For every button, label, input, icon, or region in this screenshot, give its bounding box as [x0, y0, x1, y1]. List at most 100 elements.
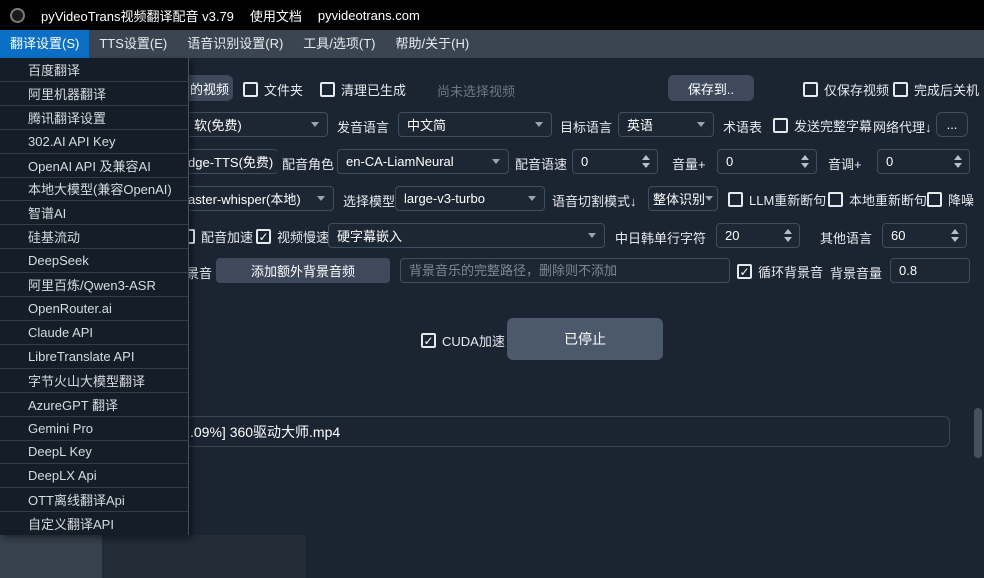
menu-item-6[interactable]: 智谱AI [0, 200, 188, 224]
menu-item-16[interactable]: DeepL Key [0, 440, 188, 464]
pitch-spinner[interactable]: 0 [877, 149, 970, 174]
save-video-only-checkbox[interactable]: 仅保存视频 [803, 80, 889, 99]
menu-item-0[interactable]: 百度翻译 [0, 58, 188, 81]
menu-item-10[interactable]: OpenRouter.ai [0, 296, 188, 320]
checkbox-box[interactable] [893, 82, 908, 97]
other-language-label: 其他语言 [820, 228, 872, 247]
bgm-volume-input[interactable] [890, 258, 970, 283]
menu-item-11[interactable]: Claude API [0, 320, 188, 344]
bgm-path-input[interactable] [400, 258, 730, 283]
shutdown-after-checkbox[interactable]: 完成后关机 [893, 80, 979, 99]
cjk-chars-label: 中日韩单行字符 [615, 228, 706, 247]
menu-speech-recognition-settings[interactable]: 语音识别设置(R) [177, 30, 293, 58]
checkbox-box[interactable] [243, 82, 258, 97]
spinner-arrows-icon[interactable] [951, 229, 959, 242]
spinner-arrows-icon[interactable] [801, 155, 809, 168]
checkbox-box[interactable] [803, 82, 818, 97]
target-language-select[interactable]: 英语 [618, 112, 714, 137]
cuda-checkbox[interactable]: ✓ CUDA加速 [421, 331, 505, 350]
stop-button[interactable]: 已停止 [507, 318, 663, 360]
menu-item-13[interactable]: 字节火山大模型翻译 [0, 368, 188, 392]
recognition-channel-select[interactable]: aster-whisper(本地) [186, 186, 334, 211]
menubar: 翻译设置(S)TTS设置(E)语音识别设置(R)工具/选项(T)帮助/关于(H) [0, 30, 984, 58]
glossary-link[interactable]: 术语表 [723, 117, 762, 136]
tts-channel-select[interactable]: dge-TTS(免费) [186, 149, 278, 174]
folder-checkbox[interactable]: 文件夹 [243, 80, 303, 99]
checkbox-box[interactable] [773, 118, 788, 133]
file-list-row[interactable]: .09%] 360驱动大师.mp4 [186, 416, 950, 447]
doc-link[interactable]: 使用文档 [250, 6, 302, 25]
translate-channel-select[interactable]: 软(免费) [186, 112, 328, 137]
menu-item-14[interactable]: AzureGPT 翻译 [0, 392, 188, 416]
menu-tools-options[interactable]: 工具/选项(T) [293, 30, 385, 58]
pitch-label: 音调+ [828, 154, 862, 173]
app-icon [10, 8, 25, 23]
loop-bgm-checkbox[interactable]: ✓ 循环背景音 [737, 262, 823, 281]
send-full-subtitle-checkbox[interactable]: 发送完整字幕 [773, 116, 872, 135]
split-mode-select[interactable]: 整体识别 [648, 186, 718, 211]
menu-item-8[interactable]: DeepSeek [0, 248, 188, 272]
translate-settings-menu: 百度翻译阿里机器翻译腾讯翻译设置302.AI API KeyOpenAI API… [0, 58, 189, 535]
app-window: pyVideoTrans视频翻译配音 v3.79 使用文档 pyvideotra… [0, 0, 984, 578]
site-link[interactable]: pyvideotrans.com [318, 8, 420, 23]
menu-help-about[interactable]: 帮助/关于(H) [386, 30, 480, 58]
checkbox-checked-box[interactable]: ✓ [421, 333, 436, 348]
menu-tts-settings[interactable]: TTS设置(E) [89, 30, 177, 58]
menu-shadow [0, 535, 102, 578]
menu-item-17[interactable]: DeepLX Api [0, 463, 188, 487]
menu-item-2[interactable]: 腾讯翻译设置 [0, 105, 188, 129]
spinner-arrows-icon[interactable] [642, 155, 650, 168]
local-resegment-checkbox[interactable]: 本地重新断句 [828, 190, 927, 209]
volume-label: 音量+ [672, 154, 706, 173]
menu-item-7[interactable]: 硅基流动 [0, 224, 188, 248]
voice-accelerate-checkbox[interactable]: 配音加速 [180, 227, 253, 246]
select-video-button[interactable]: 的视频 [186, 75, 233, 101]
voice-role-select[interactable]: en-CA-LiamNeural [337, 149, 509, 174]
menu-item-1[interactable]: 阿里机器翻译 [0, 81, 188, 105]
voice-rate-label: 配音语速 [515, 154, 567, 173]
checkbox-box[interactable] [927, 192, 942, 207]
checkbox-box[interactable] [320, 82, 335, 97]
target-language-label: 目标语言 [560, 117, 612, 136]
source-language-select[interactable]: 中文简 [398, 112, 552, 137]
chevron-down-icon [588, 233, 596, 238]
chevron-down-icon [528, 196, 536, 201]
denoise-checkbox[interactable]: 降噪 [927, 190, 974, 209]
network-proxy-label: 网络代理↓ [873, 117, 932, 136]
window-title: pyVideoTrans视频翻译配音 v3.79 [41, 6, 234, 25]
llm-resegment-checkbox[interactable]: LLM重新断句 [728, 190, 826, 209]
menu-item-5[interactable]: 本地大模型(兼容OpenAI) [0, 177, 188, 201]
bgm-path-field[interactable] [401, 263, 729, 278]
spinner-arrows-icon[interactable] [954, 155, 962, 168]
clean-generated-checkbox[interactable]: 清理已生成 [320, 80, 406, 99]
checkbox-box[interactable] [828, 192, 843, 207]
checkbox-box[interactable] [728, 192, 743, 207]
spinner-arrows-icon[interactable] [784, 229, 792, 242]
menu-item-18[interactable]: OTT离线翻译Api [0, 487, 188, 511]
vertical-scrollbar[interactable] [974, 408, 982, 458]
bgm-volume-label: 背景音量 [830, 263, 882, 282]
other-chars-spinner[interactable]: 60 [882, 223, 967, 248]
voice-rate-spinner[interactable]: 0 [572, 149, 658, 174]
volume-spinner[interactable]: 0 [717, 149, 817, 174]
proxy-more-button[interactable]: ... [936, 112, 968, 137]
checkbox-checked-box[interactable]: ✓ [256, 229, 271, 244]
menu-item-9[interactable]: 阿里百炼/Qwen3-ASR [0, 272, 188, 296]
menu-item-15[interactable]: Gemini Pro [0, 416, 188, 440]
subtitle-embed-select[interactable]: 硬字幕嵌入 [328, 223, 605, 248]
chevron-down-icon [697, 122, 705, 127]
voice-role-label[interactable]: 配音角色 [282, 154, 334, 173]
checkbox-checked-box[interactable]: ✓ [737, 264, 752, 279]
bgm-volume-field[interactable] [891, 263, 969, 278]
video-slow-checkbox[interactable]: ✓ 视频慢速 [256, 227, 329, 246]
menu-translate-settings[interactable]: 翻译设置(S) [0, 30, 89, 58]
model-select[interactable]: large-v3-turbo [395, 186, 545, 211]
save-to-button[interactable]: 保存到.. [668, 75, 754, 101]
file-progress-text: .09%] 360驱动大师.mp4 [187, 422, 340, 442]
menu-item-19[interactable]: 自定义翻译API [0, 511, 188, 535]
cjk-chars-spinner[interactable]: 20 [716, 223, 800, 248]
menu-item-3[interactable]: 302.AI API Key [0, 129, 188, 153]
menu-item-12[interactable]: LibreTranslate API [0, 344, 188, 368]
add-bgm-button[interactable]: 添加额外背景音频 [216, 258, 390, 283]
menu-item-4[interactable]: OpenAI API 及兼容AI [0, 153, 188, 177]
